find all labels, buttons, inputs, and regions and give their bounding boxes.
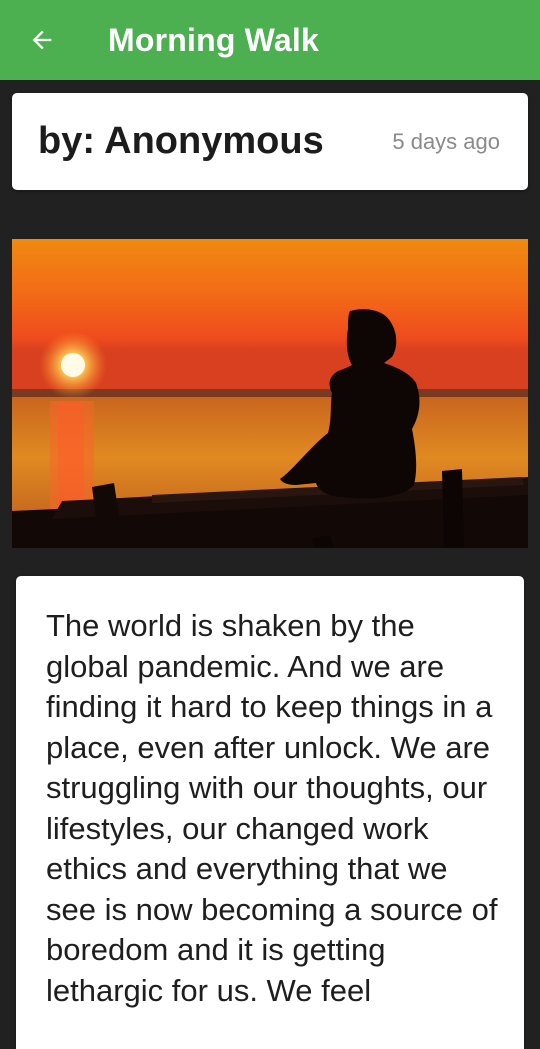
app-bar: Morning Walk bbox=[0, 0, 540, 80]
page-title: Morning Walk bbox=[108, 21, 319, 58]
author-label: by: Anonymous bbox=[38, 120, 324, 162]
arrow-left-icon bbox=[32, 30, 52, 50]
post-image bbox=[12, 239, 528, 548]
timestamp: 5 days ago bbox=[392, 128, 500, 154]
story-text: The world is shaken by the global pandem… bbox=[46, 608, 498, 1008]
story-card: The world is shaken by the global pandem… bbox=[16, 576, 524, 1049]
back-button[interactable] bbox=[22, 20, 62, 60]
author-card: by: Anonymous 5 days ago bbox=[12, 93, 528, 190]
sunset-silhouette-image bbox=[12, 239, 528, 548]
